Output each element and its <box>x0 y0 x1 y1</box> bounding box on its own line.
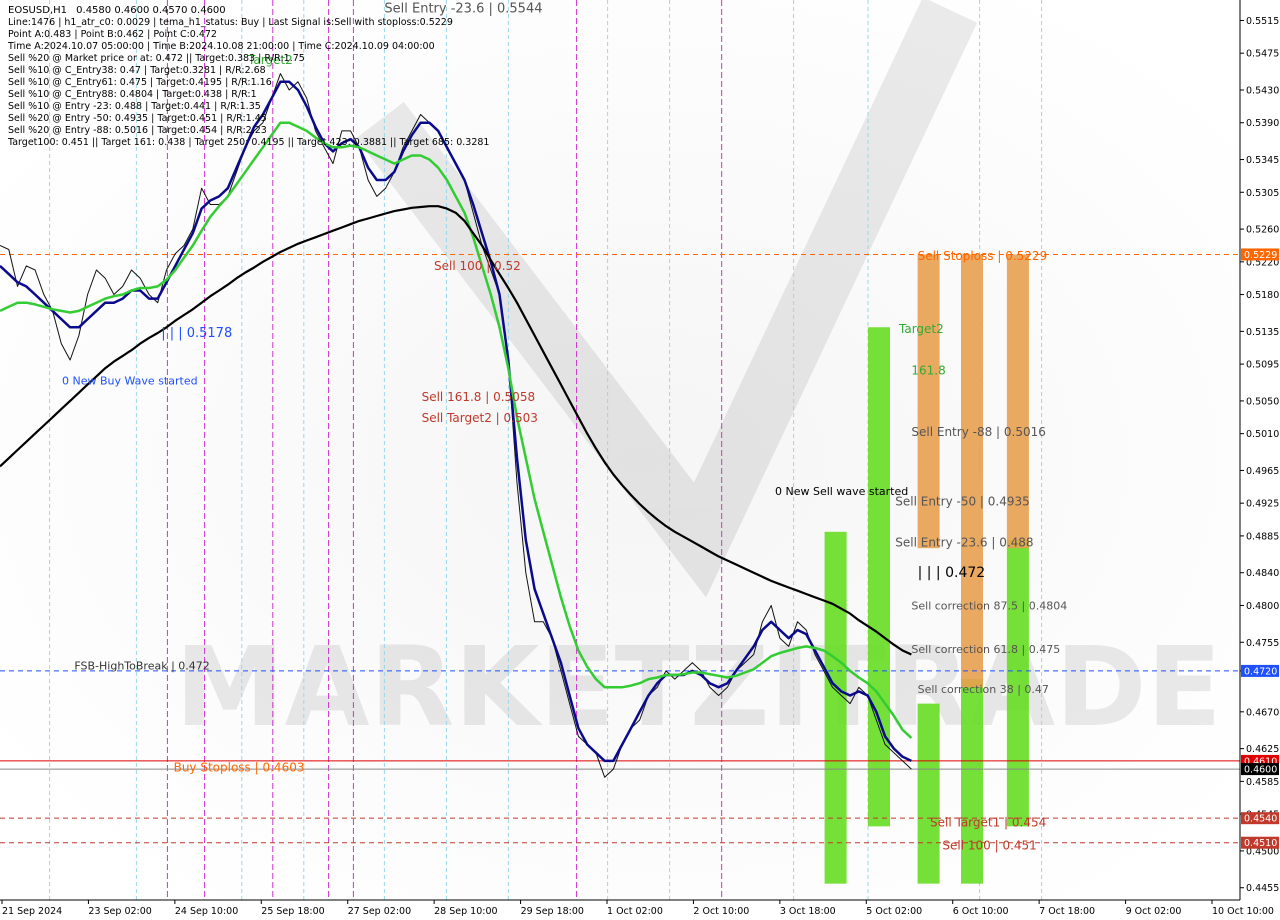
info-line: Sell %20 @ Market price or at: 0.472 || … <box>8 53 305 64</box>
annotation-label: Sell 100 | 0.52 <box>434 259 521 273</box>
y-tick-label: 0.4455 <box>1246 883 1279 894</box>
info-line: Time A:2024.10.07 05:00:00 | Time B:2024… <box>7 41 435 52</box>
y-tick-label: 0.5390 <box>1246 118 1279 129</box>
annotation-label: Sell Entry -23.6 | 0.5544 <box>384 1 542 16</box>
annotation-label: 161.8 <box>911 364 945 378</box>
y-tick-label: 0.4800 <box>1246 601 1279 612</box>
info-line: Point A:0.483 | Point B:0.462 | Point C:… <box>8 29 217 40</box>
info-line: Sell %20 @ Entry -88: 0.5016 | Target:0.… <box>8 125 267 136</box>
y-tick-label: 0.5260 <box>1246 225 1279 236</box>
signal-band <box>961 679 983 884</box>
annotation-label: Sell Entry -50 | 0.4935 <box>895 495 1029 509</box>
signal-band <box>917 703 940 884</box>
annotation-label: 0 New Sell wave started <box>775 485 908 498</box>
info-line: Line:1476 | h1_atr_c0: 0.0029 | tema_h1_… <box>8 17 453 28</box>
y-tick-label: 0.4840 <box>1246 568 1279 579</box>
y-tick-label: 0.4585 <box>1246 777 1279 788</box>
x-tick-label: 23 Sep 02:00 <box>88 906 151 917</box>
annotation-label: Sell correction 87.5 | 0.4804 <box>911 600 1067 613</box>
annotation-label: Sell Entry -88 | 0.5016 <box>911 425 1045 439</box>
x-tick-label: 2 Oct 10:00 <box>693 906 749 917</box>
signal-band <box>824 531 847 884</box>
x-tick-label: 29 Sep 18:00 <box>521 906 584 917</box>
signal-band <box>961 254 983 688</box>
x-tick-label: 7 Oct 18:00 <box>1039 906 1095 917</box>
price-badge-label: 0.4600 <box>1244 765 1277 776</box>
info-line: Sell %10 @ C_Entry61: 0.475 | Target:0.4… <box>8 77 272 88</box>
y-tick-label: 0.4925 <box>1246 499 1279 510</box>
svg-text:MARKETZITRADE: MARKETZITRADE <box>175 623 1222 751</box>
x-tick-label: 5 Oct 02:00 <box>866 906 922 917</box>
price-badge-label: 0.4510 <box>1244 838 1277 849</box>
annotation-label: Sell correction 61.8 | 0.475 <box>911 643 1060 656</box>
y-tick-label: 0.5180 <box>1246 290 1279 301</box>
x-tick-label: 27 Sep 02:00 <box>348 906 411 917</box>
y-tick-label: 0.4965 <box>1246 466 1279 477</box>
x-tick-label: 3 Oct 18:00 <box>780 906 836 917</box>
price-chart: MARKETZITRADE Sell Entry -23.6 | 0.5544 T… <box>0 0 1280 920</box>
info-line: Sell %10 @ C_Entry38: 0.47 | Target:0.32… <box>8 65 266 76</box>
annotation-label: Sell 161.8 | 0.5058 <box>422 390 535 404</box>
x-tick-label: 1 Oct 02:00 <box>607 906 663 917</box>
annotation-label: Sell Target1 | 0.454 <box>930 815 1046 829</box>
x-tick-label: 10 Oct 10:00 <box>1212 906 1274 917</box>
signal-band <box>868 327 890 827</box>
x-tick-label: 25 Sep 18:00 <box>261 906 324 917</box>
y-tick-label: 0.5430 <box>1246 86 1279 97</box>
y-tick-label: 0.5515 <box>1246 16 1279 27</box>
y-tick-label: 0.5010 <box>1246 429 1279 440</box>
x-tick-label: 6 Oct 10:00 <box>953 906 1009 917</box>
y-tick-label: 0.4885 <box>1246 531 1279 542</box>
annotation-label: Target2 <box>898 322 944 336</box>
y-tick-label: 0.5050 <box>1246 396 1279 407</box>
price-badge-label: 0.4540 <box>1244 814 1277 825</box>
y-tick-label: 0.4755 <box>1246 638 1279 649</box>
ohlc-values: 0.4580 0.4600 0.4570 0.4600 <box>76 5 226 16</box>
annotation-label: | | | 0.472 <box>918 565 986 581</box>
symbol-name: EOSUSD,H1 <box>8 5 67 16</box>
info-line: Sell %10 @ Entry -23: 0.488 | Target:0.4… <box>8 101 261 112</box>
price-badge-label: 0.4720 <box>1244 666 1277 677</box>
annotation-label: Sell Target2 | 0.503 <box>422 411 538 425</box>
x-tick-label: 24 Sep 10:00 <box>175 906 238 917</box>
y-tick-label: 0.5345 <box>1246 155 1279 166</box>
y-tick-label: 0.5095 <box>1246 360 1279 371</box>
info-line: Sell %10 @ C_Entry88: 0.4804 | Target:0.… <box>8 89 257 100</box>
annotation-label: | | | 0.5178 <box>161 326 232 341</box>
x-tick-label: 28 Sep 10:00 <box>434 906 497 917</box>
annotation-label: Sell correction 38 | 0.47 <box>918 683 1049 696</box>
y-tick-label: 0.5135 <box>1246 327 1279 338</box>
y-tick-label: 0.4670 <box>1246 707 1279 718</box>
annotation-label: Sell 100 | 0.451 <box>942 838 1036 852</box>
y-tick-label: 0.4625 <box>1246 744 1279 755</box>
price-badge-label: 0.5229 <box>1244 250 1277 261</box>
y-tick-label: 0.5305 <box>1246 188 1279 199</box>
annotation-label: Sell Stoploss | 0.5229 <box>918 249 1048 263</box>
annotation-label: FSB-HighToBreak | 0.472 <box>74 659 209 672</box>
info-line: Target100: 0.451 || Target 161: 0.438 | … <box>7 137 489 148</box>
info-line: Sell %20 @ Entry -50: 0.4935 | Target:0.… <box>8 113 267 124</box>
annotation-label: Sell Entry -23.6 | 0.488 <box>895 536 1033 550</box>
annotation-label: Buy Stoploss | 0.4603 <box>174 761 305 775</box>
y-tick-label: 0.5475 <box>1246 49 1279 60</box>
x-tick-label: 21 Sep 2024 <box>2 906 62 917</box>
x-tick-label: 9 Oct 02:00 <box>1126 906 1182 917</box>
annotation-label: 0 New Buy Wave started <box>62 375 198 388</box>
symbol-header: EOSUSD,H1 0.4580 0.4600 0.4570 0.4600 <box>8 5 226 16</box>
